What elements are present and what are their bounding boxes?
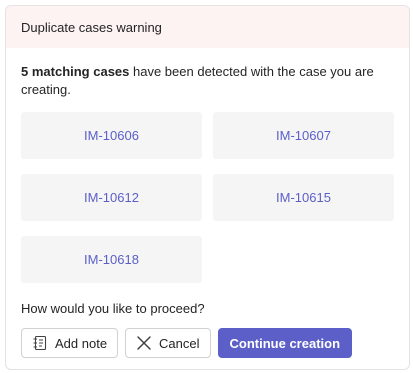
add-note-label: Add note [55,335,108,351]
note-icon [32,335,48,351]
case-tile[interactable]: IM-10606 [21,112,202,159]
case-tile[interactable]: IM-10615 [213,174,394,221]
card-header: Duplicate cases warning [6,6,409,48]
case-tiles: IM-10606 IM-10607 IM-10612 IM-10615 IM-1… [21,112,396,283]
case-tile[interactable]: IM-10612 [21,174,202,221]
continue-creation-button[interactable]: Continue creation [217,328,353,358]
warning-message: 5 matching cases have been detected with… [21,63,396,99]
card-title: Duplicate cases warning [21,19,162,35]
proceed-prompt: How would you like to proceed? [21,301,205,316]
cancel-button[interactable]: Cancel [125,328,211,358]
case-link[interactable]: IM-10612 [84,190,139,205]
matching-count: 5 matching cases [21,64,130,79]
cancel-label: Cancel [159,335,200,351]
duplicate-cases-card: Duplicate cases warning 5 matching cases… [5,5,410,370]
add-note-button[interactable]: Add note [21,328,119,358]
case-link[interactable]: IM-10607 [276,128,331,143]
case-link[interactable]: IM-10618 [84,252,139,267]
case-tile[interactable]: IM-10618 [21,236,202,283]
action-bar: Add note Cancel Continue creation [21,328,353,358]
case-tile[interactable]: IM-10607 [213,112,394,159]
case-link[interactable]: IM-10606 [84,128,139,143]
close-icon [136,335,152,351]
case-link[interactable]: IM-10615 [276,190,331,205]
continue-label: Continue creation [229,335,341,351]
